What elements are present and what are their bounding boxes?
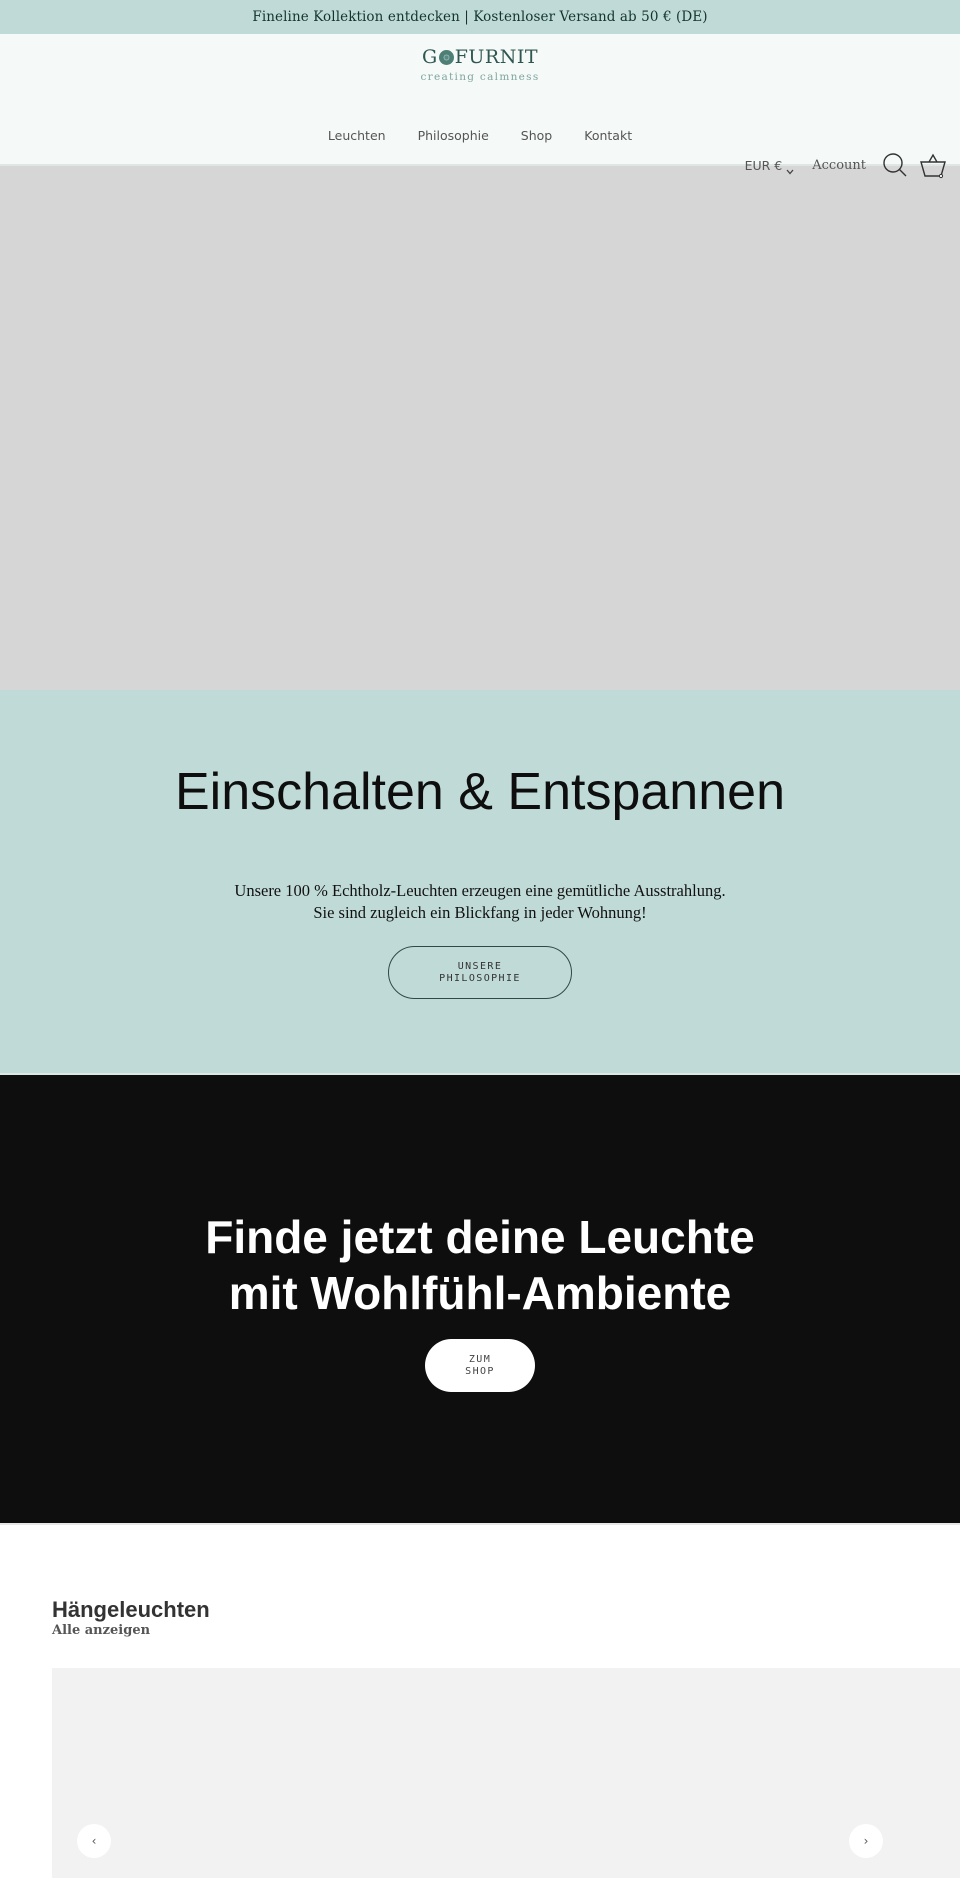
- philosophy-button[interactable]: UNSERE PHILOSOPHIE: [388, 946, 572, 999]
- account-link[interactable]: Account: [812, 158, 866, 173]
- logo-text: FURNIT: [454, 46, 538, 68]
- logo-circle-icon: [438, 50, 454, 65]
- logo[interactable]: G FURNIT creating calmness: [0, 48, 960, 84]
- intro-text-line: Unsere 100 % Echtholz-Leuchten erzeugen …: [234, 881, 726, 900]
- nav-item-shop[interactable]: Shop: [521, 128, 552, 143]
- collection-title: Hängeleuchten: [52, 1597, 210, 1622]
- nav-item-philosophie[interactable]: Philosophie: [418, 128, 489, 143]
- header-tools: EUR € Account: [745, 150, 948, 180]
- shop-button[interactable]: ZUM SHOP: [425, 1339, 535, 1392]
- chevron-left-icon[interactable]: ‹: [77, 1824, 111, 1858]
- logo-tagline: creating calmness: [420, 71, 540, 83]
- intro-section: Einschalten & Entspannen Unsere 100 % Ec…: [0, 690, 960, 1073]
- logo-wordmark: G FURNIT: [422, 48, 538, 67]
- search-icon[interactable]: [880, 150, 910, 180]
- main-nav: Leuchten Philosophie Shop Kontakt: [0, 128, 960, 143]
- cta-section: Finde jetzt deine Leuchte mit Wohlfühl-A…: [0, 1073, 960, 1523]
- cta-title: Finde jetzt deine Leuchte mit Wohlfühl-A…: [205, 1211, 755, 1319]
- nav-item-leuchten[interactable]: Leuchten: [328, 128, 386, 143]
- product-carousel: ‹ ›: [52, 1668, 960, 1878]
- intro-title: Einschalten & Entspannen: [175, 763, 785, 821]
- currency-selector[interactable]: EUR €: [744, 157, 795, 174]
- view-all-link[interactable]: Alle anzeigen: [52, 1623, 150, 1638]
- collection-section: Hängeleuchten Alle anzeigen ‹ ›: [0, 1523, 960, 1878]
- nav-item-kontakt[interactable]: Kontakt: [584, 128, 632, 143]
- intro-text-line: Sie sind zugleich ein Blickfang in jeder…: [313, 903, 647, 922]
- announcement-bar: Fineline Kollektion entdecken | Kostenlo…: [0, 0, 960, 34]
- hero-image: [0, 166, 960, 690]
- currency-label: EUR €: [744, 157, 783, 173]
- logo-letter: G: [422, 46, 438, 68]
- site-header: G FURNIT creating calmness Leuchten Phil…: [0, 34, 960, 179]
- chevron-right-icon[interactable]: ›: [849, 1824, 883, 1858]
- announcement-link[interactable]: Fineline Kollektion entdecken | Kostenlo…: [252, 9, 707, 25]
- basket-icon[interactable]: [918, 150, 948, 180]
- intro-text: Unsere 100 % Echtholz-Leuchten erzeugen …: [0, 880, 960, 924]
- chevron-down-icon: [786, 168, 794, 178]
